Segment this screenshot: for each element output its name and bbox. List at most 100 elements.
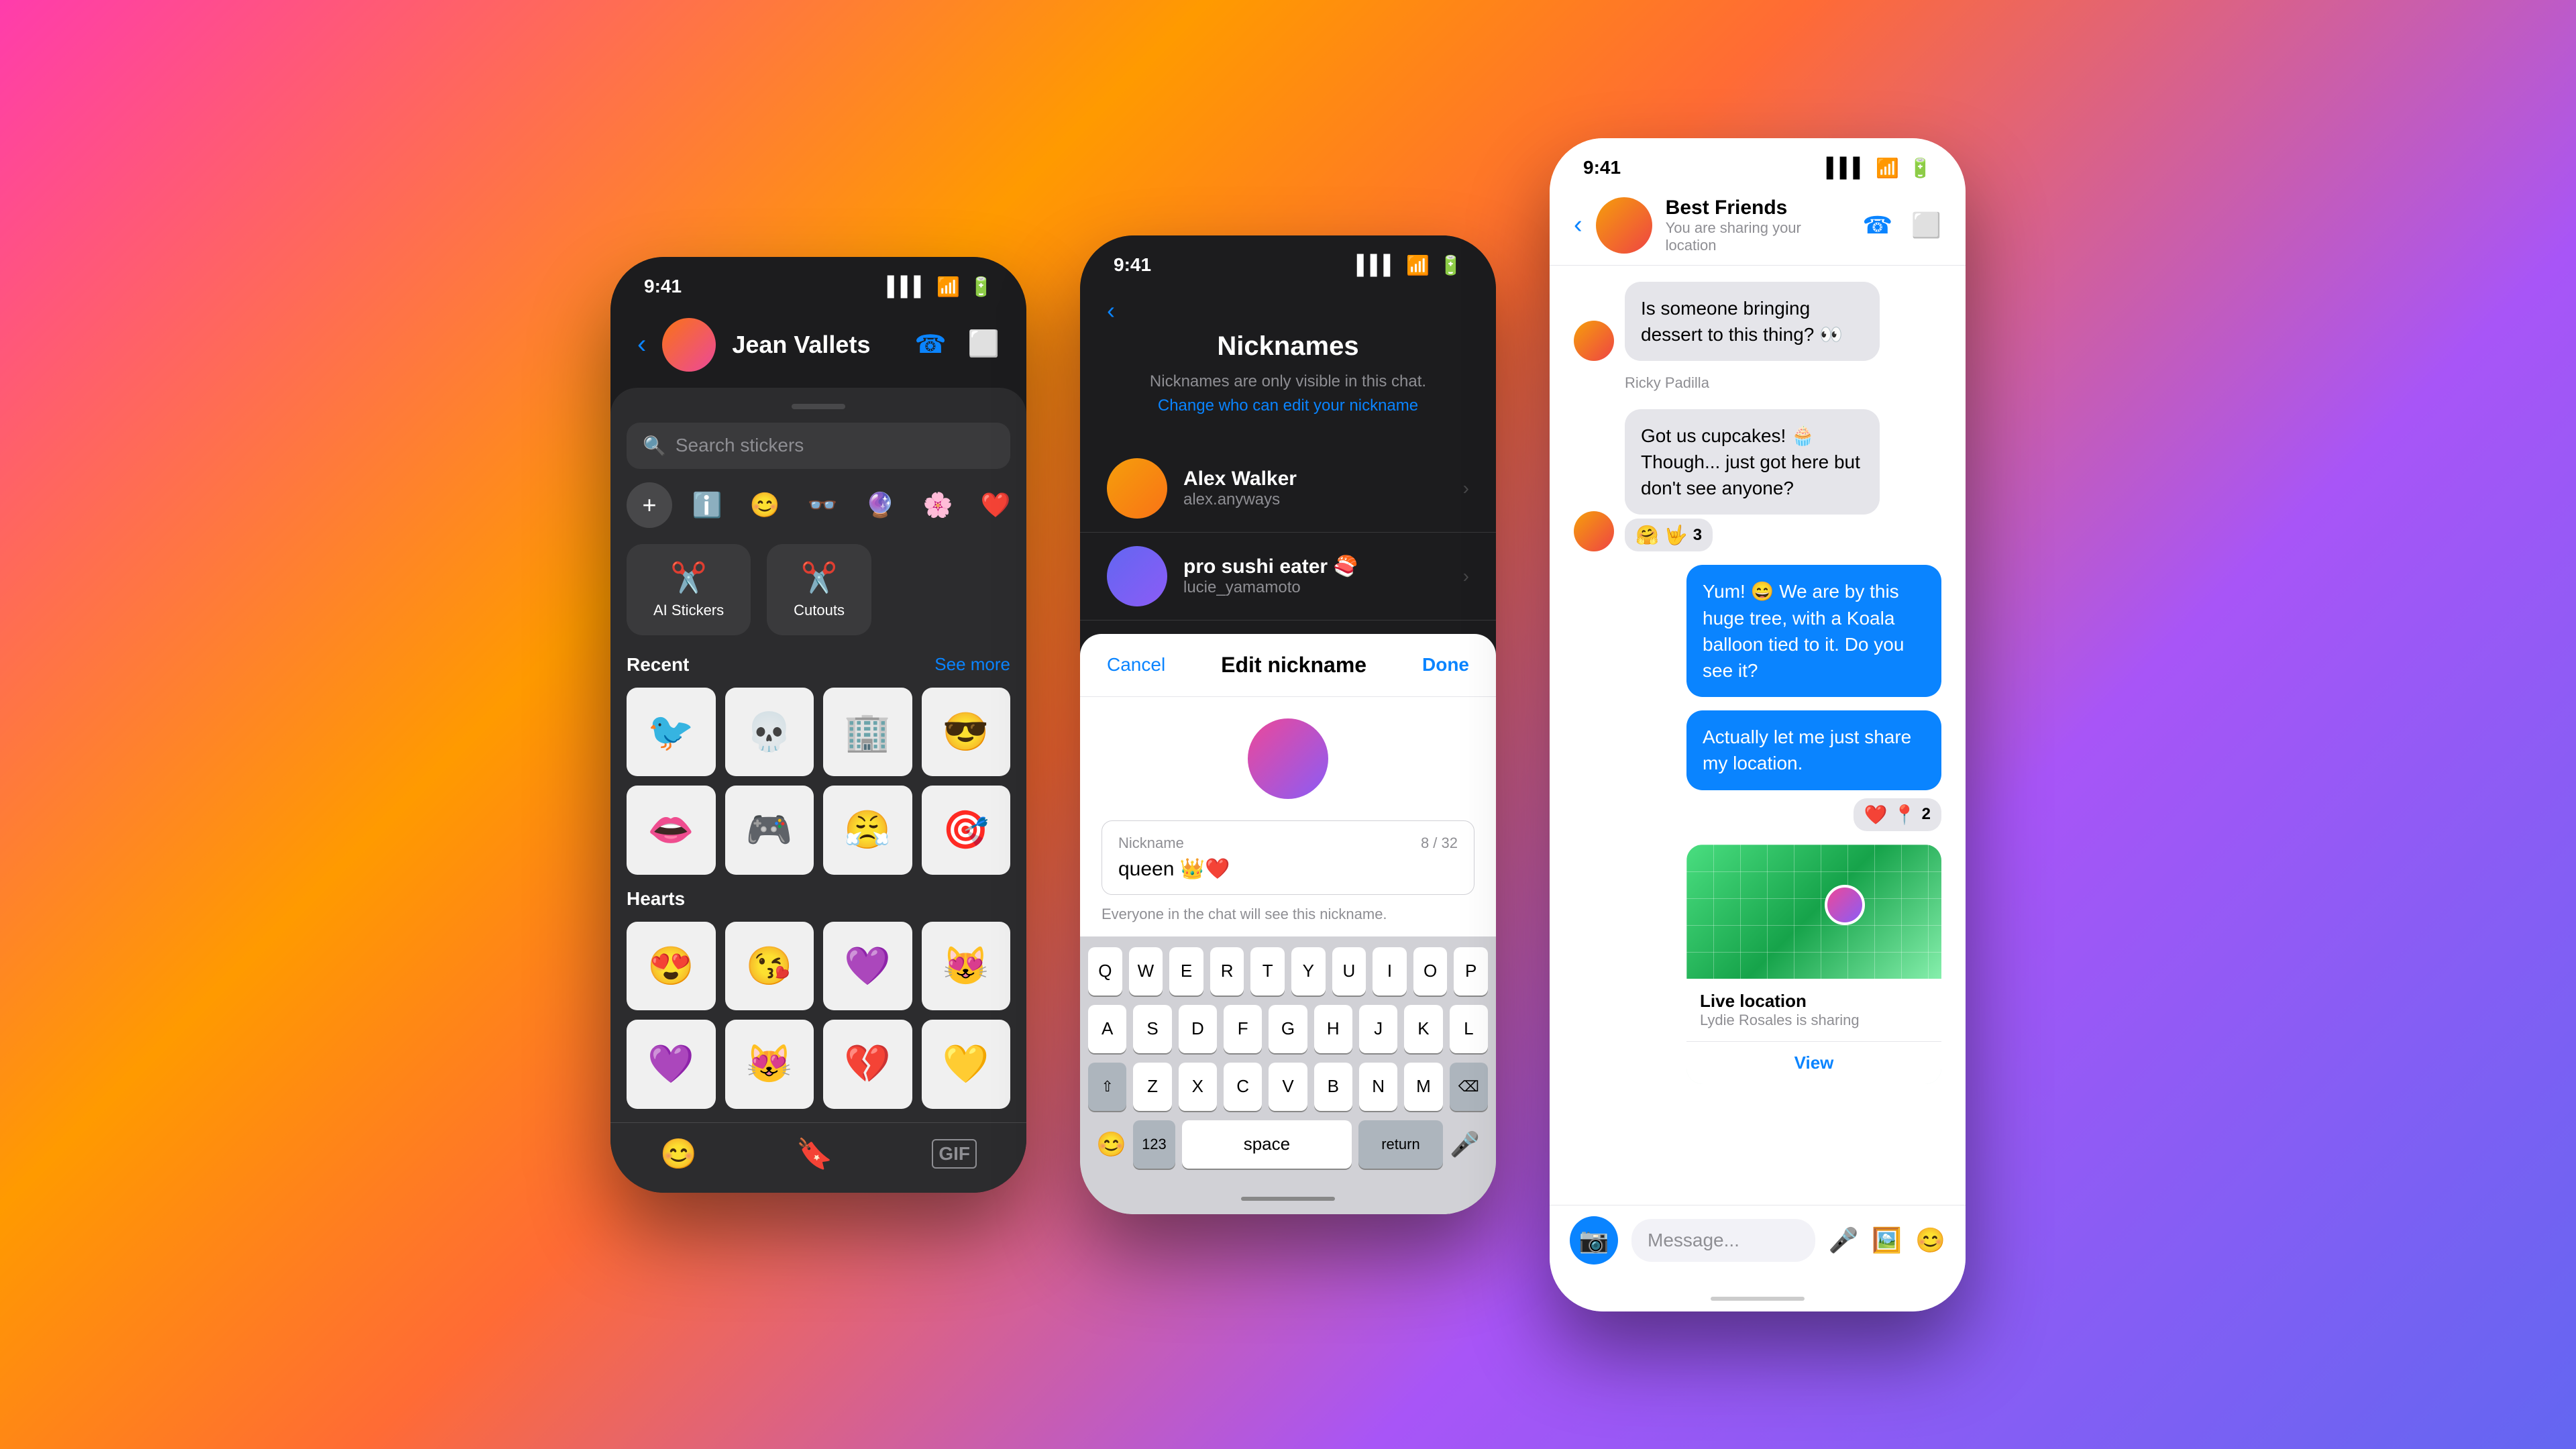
sticker-lips[interactable]: 👄 [627,786,716,875]
cat-1[interactable]: ℹ️ [684,482,730,528]
nickname-value[interactable]: queen 👑❤️ [1118,857,1458,881]
header-actions-1: ☎ ⬜ [914,329,1000,360]
sticker-tbh[interactable]: 💀 [725,688,814,777]
key-i[interactable]: I [1373,947,1407,996]
tab-gif[interactable]: GIF [932,1139,977,1169]
key-z[interactable]: Z [1133,1063,1171,1111]
key-k[interactable]: K [1404,1005,1442,1053]
contact-avatar-1 [662,318,716,372]
key-u[interactable]: U [1332,947,1366,996]
key-space[interactable]: space [1182,1120,1352,1169]
kb-emoji-icon[interactable]: 😊 [1096,1130,1126,1159]
see-more-btn[interactable]: See more [934,654,1010,675]
tab-emoji[interactable]: 😊 [660,1136,697,1171]
sticker-wow[interactable]: 😤 [823,786,912,875]
ai-stickers-btn[interactable]: ✂️ AI Stickers [627,544,751,635]
kb-mic-icon[interactable]: 🎤 [1450,1130,1480,1159]
key-d[interactable]: D [1179,1005,1217,1053]
modal-done-btn[interactable]: Done [1422,654,1469,676]
sticker-crabby[interactable]: 🎮 [725,786,814,875]
mic-icon[interactable]: 🎤 [1829,1226,1859,1254]
key-r[interactable]: R [1210,947,1244,996]
home-indicator-3 [1711,1297,1805,1301]
map-pin [1825,885,1865,925]
cat-3[interactable]: 👓 [800,482,845,528]
emoji-icon[interactable]: 😊 [1915,1226,1945,1254]
sticker-extra[interactable]: 🎯 [922,786,1011,875]
heart-sticker-3[interactable]: 💜 [823,922,912,1011]
key-y[interactable]: Y [1291,947,1326,996]
reactions-2[interactable]: ❤️ 📍 2 [1854,798,1941,831]
key-p[interactable]: P [1454,947,1488,996]
heart-sticker-4[interactable]: 😻 [922,922,1011,1011]
heart-sticker-5[interactable]: 💜 [627,1020,716,1109]
contact-item-alex[interactable]: Alex Walker alex.anyways › [1080,445,1496,533]
chat-video-icon[interactable]: ⬜ [1911,211,1941,239]
heart-sticker-1[interactable]: 😍 [627,922,716,1011]
key-j[interactable]: J [1359,1005,1397,1053]
key-n[interactable]: N [1359,1063,1397,1111]
key-v[interactable]: V [1269,1063,1307,1111]
cat-5[interactable]: 🌸 [915,482,961,528]
add-category[interactable]: + [627,482,672,528]
alex-chevron: › [1463,478,1469,499]
back-button-3[interactable]: ‹ [1574,211,1582,239]
video-icon-1[interactable]: ⬜ [968,329,1000,360]
nickname-input-area[interactable]: Nickname 8 / 32 queen 👑❤️ [1102,820,1474,895]
key-o[interactable]: O [1413,947,1448,996]
photo-icon[interactable]: 🖼️ [1872,1226,1902,1254]
ai-icon: ✂️ [670,560,707,595]
modal-cancel-btn[interactable]: Cancel [1107,654,1165,676]
sushi-handle: lucie_yamamoto [1183,578,1447,597]
sticker-yup[interactable]: 🐦 [627,688,716,777]
key-s[interactable]: S [1133,1005,1171,1053]
message-input[interactable]: Message... [1631,1219,1815,1262]
sushi-info: pro sushi eater 🍣 lucie_yamamoto [1183,555,1447,597]
keyboard: Q W E R T Y U I O P A S D F G H J K L [1080,936,1496,1189]
back-button-1[interactable]: ‹ [637,329,646,360]
key-e[interactable]: E [1169,947,1203,996]
heart-sticker-7[interactable]: 💔 [823,1020,912,1109]
search-bar[interactable]: 🔍 Search stickers [627,423,1010,469]
time-2: 9:41 [1114,254,1151,276]
key-shift[interactable]: ⇧ [1088,1063,1126,1111]
key-a[interactable]: A [1088,1005,1126,1053]
battery-icon-2: 🔋 [1439,254,1462,276]
heart-sticker-6[interactable]: 😻 [725,1020,814,1109]
key-b[interactable]: B [1314,1063,1352,1111]
heart-sticker-2[interactable]: 😘 [725,922,814,1011]
key-123[interactable]: 123 [1133,1120,1175,1169]
change-nickname-link[interactable]: Change who can edit your nickname [1158,396,1418,415]
contact-item-sushi[interactable]: pro sushi eater 🍣 lucie_yamamoto › [1080,533,1496,621]
key-l[interactable]: L [1450,1005,1488,1053]
camera-button[interactable]: 📷 [1570,1216,1618,1265]
key-c[interactable]: C [1224,1063,1262,1111]
tab-sticker[interactable]: 🔖 [796,1136,833,1171]
cat-6[interactable]: ❤️ [973,482,1018,528]
map-view-btn[interactable]: View [1686,1041,1941,1084]
key-delete[interactable]: ⌫ [1450,1063,1488,1111]
cat-2[interactable]: 😊 [742,482,788,528]
message-input-area: 📷 Message... 🎤 🖼️ 😊 [1550,1205,1966,1291]
key-t[interactable]: T [1250,947,1285,996]
key-x[interactable]: X [1179,1063,1217,1111]
sticker-door[interactable]: 🏢 [823,688,912,777]
map-card: Live location Lydie Rosales is sharing V… [1686,845,1941,1084]
cutouts-btn[interactable]: ✂️ Cutouts [767,544,871,635]
cat-4[interactable]: 🔮 [857,482,903,528]
sticker-glasses[interactable]: 😎 [922,688,1011,777]
key-h[interactable]: H [1314,1005,1352,1053]
heart-sticker-8[interactable]: 💛 [922,1020,1011,1109]
key-w[interactable]: W [1129,947,1163,996]
chat-phone-icon[interactable]: ☎ [1862,211,1892,239]
key-f[interactable]: F [1224,1005,1262,1053]
reactions-1[interactable]: 🤗 🤟 3 [1625,519,1713,551]
key-m[interactable]: M [1404,1063,1442,1111]
key-row-4: 😊 123 space return 🎤 [1088,1120,1488,1189]
drag-handle[interactable] [792,404,845,409]
key-q[interactable]: Q [1088,947,1122,996]
phone-icon-1[interactable]: ☎ [914,329,946,360]
key-return[interactable]: return [1358,1120,1443,1169]
back-button-2[interactable]: ‹ [1107,297,1469,325]
key-g[interactable]: G [1269,1005,1307,1053]
